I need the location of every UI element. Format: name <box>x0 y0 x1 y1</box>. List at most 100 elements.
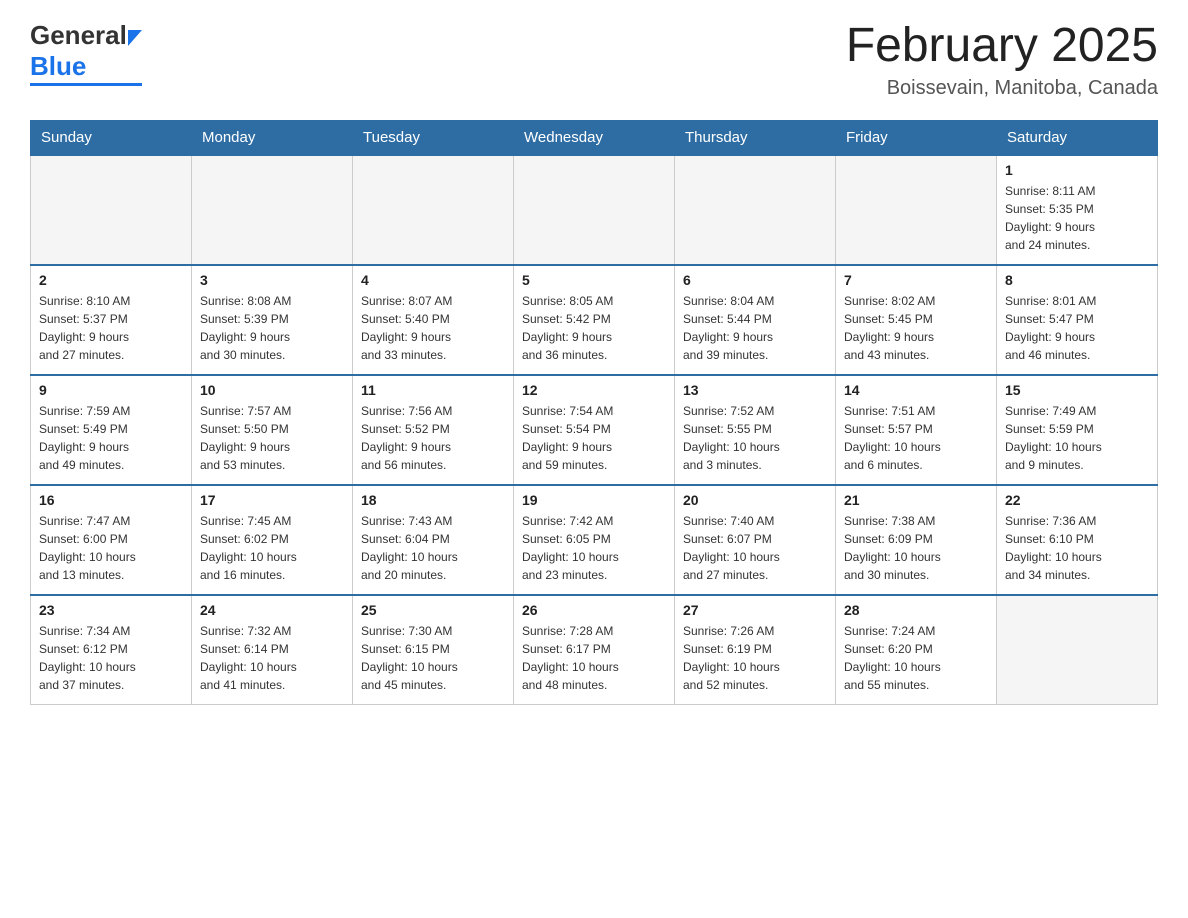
calendar-week-1: 1Sunrise: 8:11 AM Sunset: 5:35 PM Daylig… <box>31 155 1158 265</box>
day-info: Sunrise: 7:28 AM Sunset: 6:17 PM Dayligh… <box>522 622 666 694</box>
weekday-header-wednesday: Wednesday <box>514 120 675 155</box>
calendar-cell: 22 Sunrise: 7:36 AM Sunset: 6:10 PM Dayli… <box>997 485 1158 595</box>
day-number: 19 <box>522 492 666 508</box>
calendar-cell: 16 Sunrise: 7:47 AM Sunset: 6:00 PM Dayli… <box>31 485 192 595</box>
calendar-cell <box>31 155 192 265</box>
calendar-cell: 28Sunrise: 7:24 AM Sunset: 6:20 PM Dayli… <box>836 595 997 705</box>
calendar-cell: 11 Sunrise: 7:56 AM Sunset: 5:52 PM Dayli… <box>353 375 514 485</box>
calendar-cell: 9 Sunrise: 7:59 AM Sunset: 5:49 PM Daylig… <box>31 375 192 485</box>
day-number: 22 <box>1005 492 1149 508</box>
calendar-cell: 21 Sunrise: 7:38 AM Sunset: 6:09 PM Dayli… <box>836 485 997 595</box>
calendar-cell <box>675 155 836 265</box>
calendar-cell: 14 Sunrise: 7:51 AM Sunset: 5:57 PM Dayli… <box>836 375 997 485</box>
weekday-header-saturday: Saturday <box>997 120 1158 155</box>
calendar-cell: 2 Sunrise: 8:10 AM Sunset: 5:37 PM Daylig… <box>31 265 192 375</box>
day-info: Sunrise: 7:52 AM Sunset: 5:55 PM Dayligh… <box>683 402 827 474</box>
calendar-cell <box>997 595 1158 705</box>
calendar-week-2: 2 Sunrise: 8:10 AM Sunset: 5:37 PM Daylig… <box>31 265 1158 375</box>
calendar-cell <box>514 155 675 265</box>
day-number: 7 <box>844 272 988 288</box>
logo-underline <box>30 83 142 86</box>
calendar-cell: 4 Sunrise: 8:07 AM Sunset: 5:40 PM Daylig… <box>353 265 514 375</box>
calendar-cell: 13 Sunrise: 7:52 AM Sunset: 5:55 PM Dayli… <box>675 375 836 485</box>
day-info: Sunrise: 7:30 AM Sunset: 6:15 PM Dayligh… <box>361 622 505 694</box>
day-number: 12 <box>522 382 666 398</box>
title-area: February 2025 Boissevain, Manitoba, Cana… <box>846 20 1158 100</box>
calendar-week-4: 16 Sunrise: 7:47 AM Sunset: 6:00 PM Dayli… <box>31 485 1158 595</box>
day-info: Sunrise: 7:47 AM Sunset: 6:00 PM Dayligh… <box>39 512 183 584</box>
calendar-cell: 5 Sunrise: 8:05 AM Sunset: 5:42 PM Daylig… <box>514 265 675 375</box>
day-info: Sunrise: 8:07 AM Sunset: 5:40 PM Dayligh… <box>361 292 505 364</box>
day-number: 9 <box>39 382 183 398</box>
day-number: 27 <box>683 602 827 618</box>
weekday-header-sunday: Sunday <box>31 120 192 155</box>
weekday-header-friday: Friday <box>836 120 997 155</box>
day-number: 3 <box>200 272 344 288</box>
day-info: Sunrise: 7:34 AM Sunset: 6:12 PM Dayligh… <box>39 622 183 694</box>
day-number: 10 <box>200 382 344 398</box>
day-number: 5 <box>522 272 666 288</box>
day-info: Sunrise: 8:08 AM Sunset: 5:39 PM Dayligh… <box>200 292 344 364</box>
calendar-cell: 25 Sunrise: 7:30 AM Sunset: 6:15 PM Dayli… <box>353 595 514 705</box>
logo-general-text: General <box>30 20 127 51</box>
day-info: Sunrise: 7:59 AM Sunset: 5:49 PM Dayligh… <box>39 402 183 474</box>
day-info: Sunrise: 8:11 AM Sunset: 5:35 PM Dayligh… <box>1005 182 1149 254</box>
calendar-cell: 8 Sunrise: 8:01 AM Sunset: 5:47 PM Daylig… <box>997 265 1158 375</box>
day-number: 8 <box>1005 272 1149 288</box>
weekday-header-monday: Monday <box>192 120 353 155</box>
day-info: Sunrise: 7:56 AM Sunset: 5:52 PM Dayligh… <box>361 402 505 474</box>
day-number: 11 <box>361 382 505 398</box>
day-info: Sunrise: 7:32 AM Sunset: 6:14 PM Dayligh… <box>200 622 344 694</box>
page-header: General Blue February 2025 Boissevain, M… <box>30 20 1158 100</box>
calendar-cell: 26 Sunrise: 7:28 AM Sunset: 6:17 PM Dayli… <box>514 595 675 705</box>
calendar-cell: 19 Sunrise: 7:42 AM Sunset: 6:05 PM Dayli… <box>514 485 675 595</box>
day-number: 15 <box>1005 382 1149 398</box>
day-number: 13 <box>683 382 827 398</box>
day-number: 14 <box>844 382 988 398</box>
day-info: Sunrise: 7:42 AM Sunset: 6:05 PM Dayligh… <box>522 512 666 584</box>
day-info: Sunrise: 7:36 AM Sunset: 6:10 PM Dayligh… <box>1005 512 1149 584</box>
day-info: Sunrise: 7:51 AM Sunset: 5:57 PM Dayligh… <box>844 402 988 474</box>
day-info: Sunrise: 8:01 AM Sunset: 5:47 PM Dayligh… <box>1005 292 1149 364</box>
day-info: Sunrise: 7:40 AM Sunset: 6:07 PM Dayligh… <box>683 512 827 584</box>
day-number: 4 <box>361 272 505 288</box>
day-info: Sunrise: 8:05 AM Sunset: 5:42 PM Dayligh… <box>522 292 666 364</box>
logo-blue-text: Blue <box>30 51 86 82</box>
day-number: 20 <box>683 492 827 508</box>
day-info: Sunrise: 7:49 AM Sunset: 5:59 PM Dayligh… <box>1005 402 1149 474</box>
day-number: 24 <box>200 602 344 618</box>
day-info: Sunrise: 7:43 AM Sunset: 6:04 PM Dayligh… <box>361 512 505 584</box>
calendar-week-3: 9 Sunrise: 7:59 AM Sunset: 5:49 PM Daylig… <box>31 375 1158 485</box>
weekday-header-thursday: Thursday <box>675 120 836 155</box>
calendar-cell: 23 Sunrise: 7:34 AM Sunset: 6:12 PM Dayli… <box>31 595 192 705</box>
day-info: Sunrise: 7:26 AM Sunset: 6:19 PM Dayligh… <box>683 622 827 694</box>
day-info: Sunrise: 8:02 AM Sunset: 5:45 PM Dayligh… <box>844 292 988 364</box>
day-number: 16 <box>39 492 183 508</box>
day-info: Sunrise: 7:38 AM Sunset: 6:09 PM Dayligh… <box>844 512 988 584</box>
calendar-cell: 27 Sunrise: 7:26 AM Sunset: 6:19 PM Dayli… <box>675 595 836 705</box>
day-number: 23 <box>39 602 183 618</box>
calendar-cell <box>353 155 514 265</box>
calendar-cell <box>192 155 353 265</box>
day-info: Sunrise: 7:24 AM Sunset: 6:20 PM Dayligh… <box>844 622 988 694</box>
page-title: February 2025 <box>846 20 1158 73</box>
calendar-cell: 24 Sunrise: 7:32 AM Sunset: 6:14 PM Dayli… <box>192 595 353 705</box>
day-number: 6 <box>683 272 827 288</box>
day-number: 17 <box>200 492 344 508</box>
day-number: 26 <box>522 602 666 618</box>
calendar-table: SundayMondayTuesdayWednesdayThursdayFrid… <box>30 120 1158 706</box>
day-number: 25 <box>361 602 505 618</box>
day-number: 21 <box>844 492 988 508</box>
day-number: 18 <box>361 492 505 508</box>
day-info: Sunrise: 8:10 AM Sunset: 5:37 PM Dayligh… <box>39 292 183 364</box>
logo-arrow-icon <box>128 30 142 46</box>
calendar-cell: 10Sunrise: 7:57 AM Sunset: 5:50 PM Dayli… <box>192 375 353 485</box>
day-info: Sunrise: 8:04 AM Sunset: 5:44 PM Dayligh… <box>683 292 827 364</box>
calendar-cell: 15 Sunrise: 7:49 AM Sunset: 5:59 PM Dayli… <box>997 375 1158 485</box>
logo: General Blue <box>30 20 142 86</box>
calendar-week-5: 23 Sunrise: 7:34 AM Sunset: 6:12 PM Dayli… <box>31 595 1158 705</box>
calendar-cell <box>836 155 997 265</box>
day-number: 2 <box>39 272 183 288</box>
calendar-cell: 20 Sunrise: 7:40 AM Sunset: 6:07 PM Dayli… <box>675 485 836 595</box>
calendar-cell: 18 Sunrise: 7:43 AM Sunset: 6:04 PM Dayli… <box>353 485 514 595</box>
